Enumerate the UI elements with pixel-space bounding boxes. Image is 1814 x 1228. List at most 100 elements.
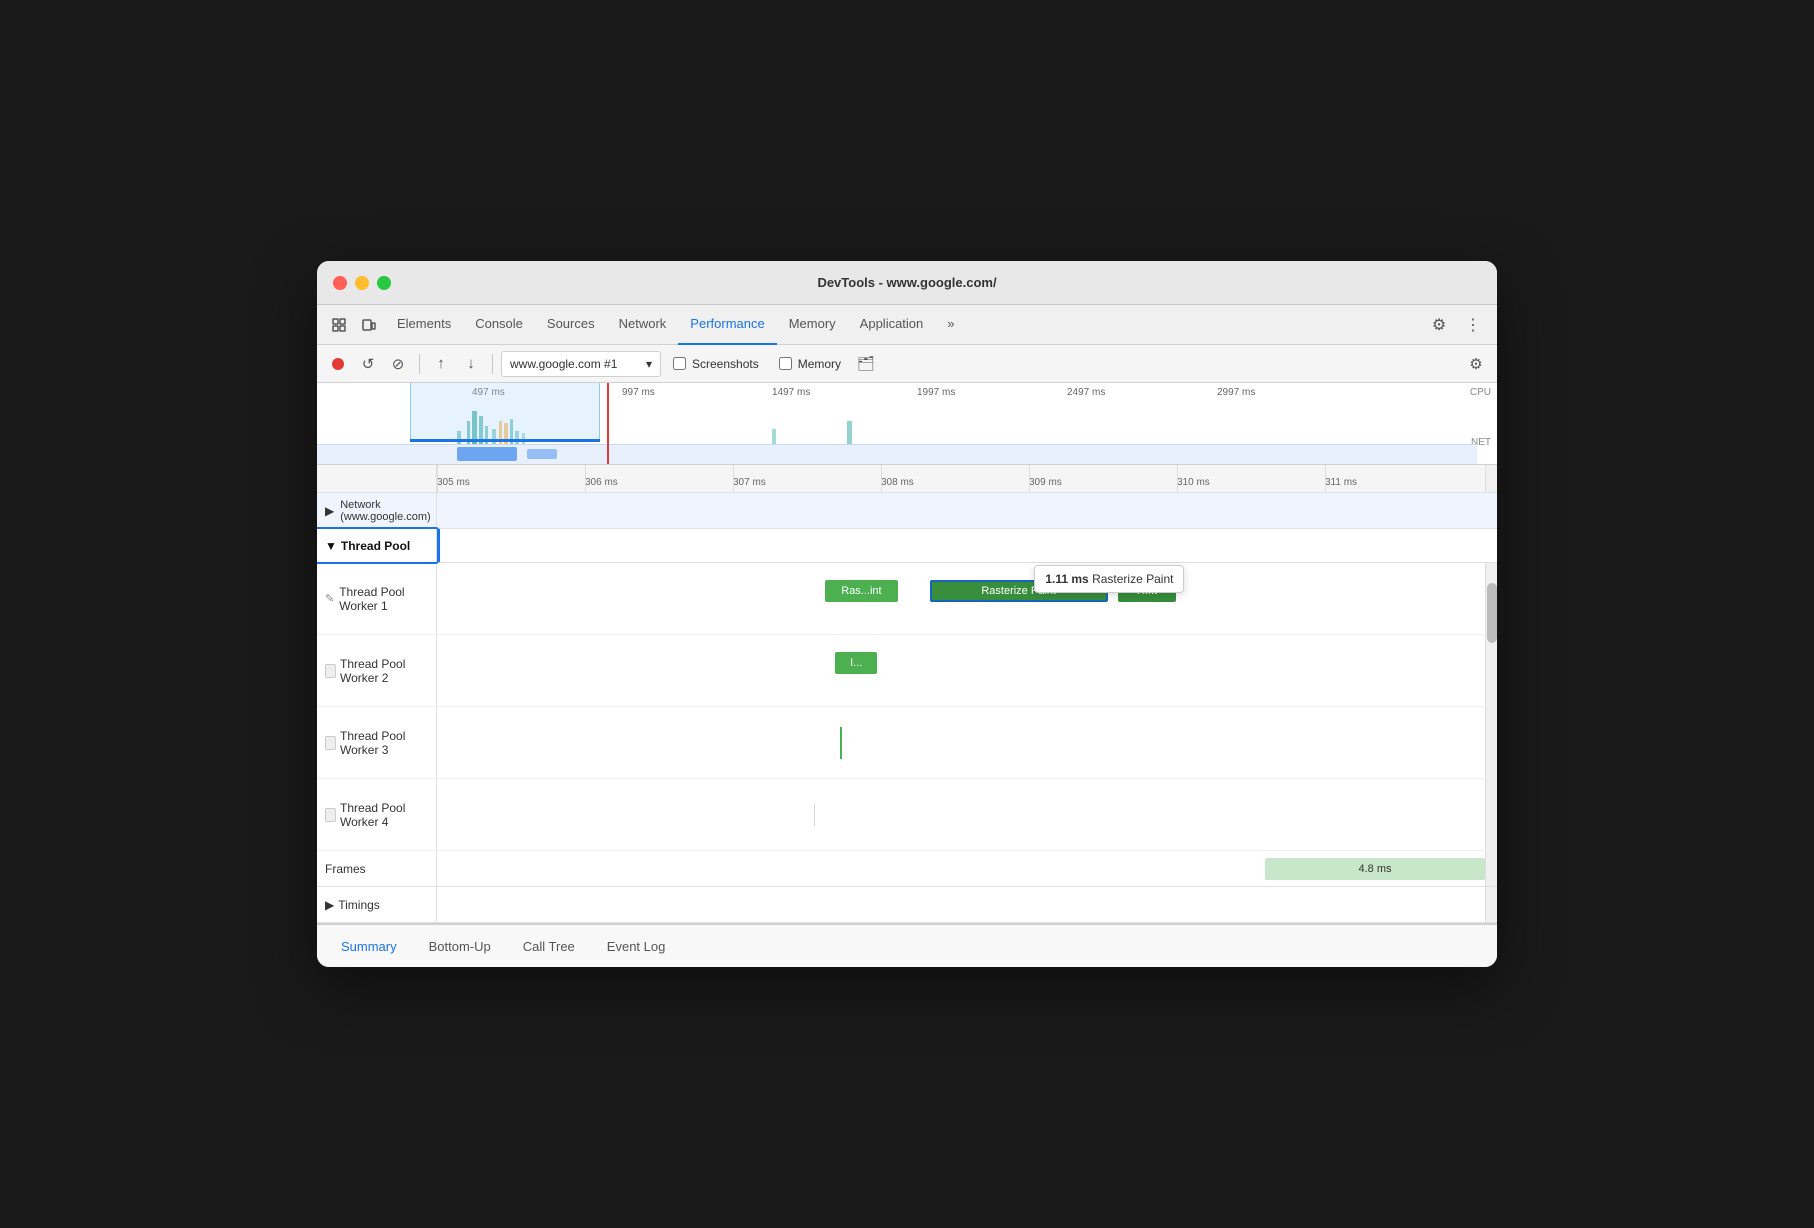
overview-time-1: 997 ms (622, 387, 655, 398)
thread-pool-label: ▼ Thread Pool (317, 529, 437, 562)
memory-icon-btn[interactable]: 🗂 (853, 351, 879, 377)
worker-2-label: Thread Pool Worker 2 (317, 635, 437, 706)
timings-label: ▶ Timings (317, 887, 437, 922)
event-ras-int[interactable]: Ras...int (825, 580, 898, 602)
tab-call-tree[interactable]: Call Tree (507, 925, 591, 967)
memory-checkbox[interactable] (779, 357, 792, 370)
net-bar-1 (457, 447, 517, 461)
tab-event-log[interactable]: Event Log (591, 925, 682, 967)
tab-summary[interactable]: Summary (325, 925, 413, 967)
memory-checkbox-label[interactable]: Memory (779, 357, 841, 371)
time-tick-5: 310 ms (1177, 477, 1210, 488)
worker-4-icon (325, 808, 336, 822)
screenshots-checkbox-label[interactable]: Screenshots (673, 357, 759, 371)
tick-line-4 (1029, 465, 1030, 492)
worker-2-row: Thread Pool Worker 2 I... (317, 635, 1497, 707)
window-title: DevTools - www.google.com/ (817, 275, 996, 290)
divider-2 (492, 354, 493, 374)
overview-area[interactable]: CPU NET 497 ms 997 ms 1497 ms 1997 ms 24… (317, 383, 1497, 465)
thread-pool-collapse-icon[interactable]: ▼ (325, 539, 337, 553)
clear-button[interactable]: ⊘ (385, 351, 411, 377)
thread-pool-header-row[interactable]: ▼ Thread Pool (317, 529, 1497, 563)
worker-4-row: Thread Pool Worker 4 (317, 779, 1497, 851)
worker-2-content[interactable]: I... (437, 635, 1485, 706)
overview-time-3: 1997 ms (917, 387, 955, 398)
tab-performance[interactable]: Performance (678, 305, 776, 345)
overview-time-2: 1497 ms (772, 387, 810, 398)
network-track-label: ▶ Network (www.google.com) (317, 493, 437, 528)
scrollbar-col (1485, 707, 1497, 778)
inspect-icon[interactable] (325, 311, 353, 339)
tab-sources[interactable]: Sources (535, 305, 607, 345)
divider-1 (419, 354, 420, 374)
timeline-tracks: ▶ Network (www.google.com) ▼ Thread Pool (317, 493, 1497, 923)
worker-1-edit-icon[interactable]: ✎ (325, 592, 334, 605)
chevron-down-icon: ▾ (646, 357, 652, 371)
scrollbar-col (1485, 851, 1497, 886)
tick-line-1 (585, 465, 586, 492)
time-tick-6: 311 ms (1325, 477, 1357, 488)
profile-selector[interactable]: www.google.com #1 ▾ (501, 351, 661, 377)
maximize-button[interactable] (377, 276, 391, 290)
timings-row[interactable]: ▶ Timings (317, 887, 1497, 923)
worker-3-icon (325, 736, 336, 750)
worker-3-label: Thread Pool Worker 3 (317, 707, 437, 778)
net-chart (317, 444, 1477, 464)
minimize-button[interactable] (355, 276, 369, 290)
event-worker2-i[interactable]: I... (835, 652, 877, 674)
settings-icon[interactable]: ⚙ (1425, 311, 1453, 339)
tab-console[interactable]: Console (463, 305, 535, 345)
net-bar-2 (527, 449, 557, 459)
worker-1-content[interactable]: Ras...int Rasterize Paint R...t 1.11 ms … (437, 563, 1485, 634)
tick-line-2 (733, 465, 734, 492)
perf-settings-icon[interactable]: ⚙ (1463, 351, 1489, 377)
tooltip-rasterize: 1.11 ms Rasterize Paint (1034, 565, 1184, 593)
screenshots-checkbox[interactable] (673, 357, 686, 370)
more-options-icon[interactable]: ⋮ (1459, 311, 1487, 339)
worker-4-content[interactable] (437, 779, 1485, 850)
tab-application[interactable]: Application (848, 305, 936, 345)
time-tick-0: 305 ms (437, 477, 470, 488)
tab-bottom-up[interactable]: Bottom-Up (413, 925, 507, 967)
cpu-label: CPU (1470, 387, 1491, 398)
frames-bar: 4.8 ms (1265, 858, 1485, 880)
timings-expand-icon[interactable]: ▶ (325, 898, 334, 912)
network-expand-icon[interactable]: ▶ (325, 504, 334, 518)
close-button[interactable] (333, 276, 347, 290)
tab-memory[interactable]: Memory (777, 305, 848, 345)
worker-3-content[interactable] (437, 707, 1485, 778)
playhead-line (607, 383, 609, 464)
tick-line-3 (881, 465, 882, 492)
time-selection[interactable] (410, 383, 600, 442)
frames-label: Frames (317, 851, 437, 886)
tab-more[interactable]: » (935, 305, 966, 345)
upload-button[interactable]: ↑ (428, 351, 454, 377)
download-button[interactable]: ↓ (458, 351, 484, 377)
time-tick-1: 306 ms (585, 477, 618, 488)
scrollbar-thumb[interactable] (1487, 583, 1497, 643)
bottom-tabs: Summary Bottom-Up Call Tree Event Log (317, 923, 1497, 967)
tab-right-icons: ⚙ ⋮ (1425, 311, 1489, 339)
devtools-tabs: Elements Console Sources Network Perform… (317, 305, 1497, 345)
overview-time-5: 2997 ms (1217, 387, 1255, 398)
titlebar: DevTools - www.google.com/ (317, 261, 1497, 305)
scrollbar-col (1485, 779, 1497, 850)
tab-elements[interactable]: Elements (385, 305, 463, 345)
network-track-row[interactable]: ▶ Network (www.google.com) (317, 493, 1497, 529)
timings-content (437, 887, 1485, 922)
network-track-content (437, 493, 1485, 528)
blue-border-line (437, 529, 440, 562)
worker-1-label: ✎ Thread Pool Worker 1 (317, 563, 437, 634)
device-toolbar-icon[interactable] (355, 311, 383, 339)
record-button[interactable] (325, 351, 351, 377)
reload-record-button[interactable]: ↺ (355, 351, 381, 377)
time-tick-4: 309 ms (1029, 477, 1062, 488)
frames-row: Frames 4.8 ms (317, 851, 1497, 887)
selection-bar (410, 439, 600, 442)
tab-network[interactable]: Network (607, 305, 679, 345)
scrollbar-area (1485, 465, 1497, 492)
frames-content[interactable]: 4.8 ms (437, 851, 1485, 886)
worker-1-row: ✎ Thread Pool Worker 1 Ras...int Rasteri… (317, 563, 1497, 635)
scrollbar-col (1485, 635, 1497, 706)
thread-pool-content (437, 529, 1485, 562)
